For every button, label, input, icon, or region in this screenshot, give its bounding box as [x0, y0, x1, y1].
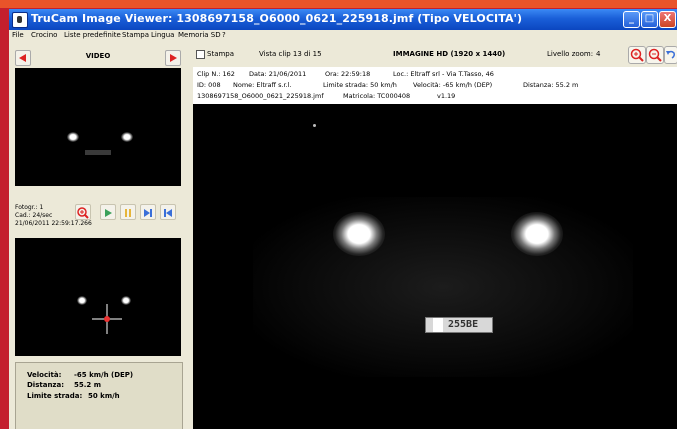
pause-button[interactable] [120, 204, 136, 220]
play-icon [105, 209, 112, 217]
rewind-button[interactable] [160, 204, 176, 220]
right-panel: Stampa Vista clip 13 di 15 IMMAGINE HD (… [193, 42, 677, 429]
speed-label: Velocità: [27, 371, 62, 379]
speed-value: -65 km/h (DEP) [74, 371, 134, 379]
zoom-in-button[interactable] [628, 46, 646, 64]
video-frame[interactable] [15, 68, 181, 186]
meta-location: Loc.: Eltraff srl - Via T.Tasso, 46 [393, 70, 494, 78]
window-title: TruCam Image Viewer: 1308697158_O6000_06… [31, 12, 523, 25]
menu-help[interactable]: ? [222, 31, 226, 39]
app-window: TruCam Image Viewer: 1308697158_O6000_06… [9, 9, 677, 429]
zoom-frame-button[interactable] [75, 204, 91, 220]
rewind-icon [164, 209, 172, 217]
step-forward-button[interactable] [140, 204, 156, 220]
meta-serial: Matricola: TC000408 [343, 92, 411, 100]
arrow-right-icon [170, 54, 177, 62]
distance-label: Distanza: [27, 381, 65, 389]
menu-liste-predefinite[interactable]: Liste predefinite [64, 31, 121, 39]
meta-clip: Clip N.: 162 [197, 70, 235, 78]
frame-timestamp: 21/06/2011 22:59:17.266 [15, 220, 92, 227]
video-label: VIDEO [85, 52, 111, 60]
image-toolbar: Stampa Vista clip 13 di 15 IMMAGINE HD (… [193, 42, 677, 67]
meta-limit: Limite strada: 50 km/h [323, 81, 397, 89]
distance-value: 55.2 m [74, 381, 102, 389]
print-checkbox[interactable] [196, 50, 205, 59]
background-left-strip [0, 8, 9, 429]
maximize-button[interactable]: □ [641, 11, 658, 28]
menu-stampa[interactable]: Stampa [122, 31, 149, 39]
meta-date: Data: 21/06/2011 [249, 70, 307, 78]
reset-zoom-button[interactable] [664, 46, 677, 64]
meta-speed: Velocità: -65 km/h (DEP) [413, 81, 493, 89]
zoom-out-button[interactable] [646, 46, 664, 64]
meta-distance: Distanza: 55.2 m [523, 81, 579, 89]
headlight-right [121, 132, 133, 142]
headlight-right [121, 296, 131, 305]
print-label: Stampa [207, 50, 235, 58]
app-icon [12, 12, 28, 28]
image-title: IMMAGINE HD (1920 x 1440) [393, 50, 506, 58]
distant-light [313, 124, 316, 127]
menu-lingua[interactable]: Lingua [151, 31, 174, 39]
left-panel: VIDEO Fotogr.: 1 Cad.: 24/sec 21/06/2011… [9, 42, 187, 429]
next-clip-button[interactable] [165, 50, 181, 66]
pause-icon [125, 209, 131, 217]
headlight-right-large [511, 212, 563, 256]
undo-icon [666, 50, 675, 59]
video-header: VIDEO [15, 50, 181, 66]
plate-text: 255BE [448, 319, 479, 330]
zoom-level-label: Livello zoom: [547, 50, 594, 58]
license-plate: 255BE [425, 317, 493, 333]
headlight-left-large [333, 212, 385, 256]
limit-value: 50 km/h [88, 392, 120, 400]
clip-view-label: Vista clip 13 di 15 [259, 50, 322, 58]
title-bar[interactable]: TruCam Image Viewer: 1308697158_O6000_06… [9, 9, 677, 30]
close-button[interactable]: X [659, 11, 676, 28]
aim-frame[interactable] [15, 238, 181, 356]
menu-file[interactable]: File [12, 31, 24, 39]
meta-time: Ora: 22:59:18 [325, 70, 371, 78]
meta-id: ID: 008 [197, 81, 221, 89]
plate-shape [85, 150, 111, 155]
meta-filename: 1308697158_O6000_0621_225918.jmf [197, 92, 324, 100]
step-forward-icon [144, 209, 152, 217]
menu-crocino[interactable]: Crocino [31, 31, 57, 39]
meta-version: v1.19 [437, 92, 456, 100]
crosshair-icon [92, 304, 122, 334]
magnifier-icon [77, 207, 89, 219]
headlight-left [67, 132, 79, 142]
zoom-level-value: 4 [596, 50, 601, 58]
menu-bar: File Crocino Liste predefinite Stampa Li… [9, 30, 677, 42]
limit-label: Limite strada: [27, 392, 83, 400]
hd-image[interactable]: Clip N.: 162 Data: 21/06/2011 Ora: 22:59… [193, 67, 677, 429]
image-metadata: Clip N.: 162 Data: 21/06/2011 Ora: 22:59… [193, 67, 677, 104]
plate-mask [433, 318, 443, 332]
minimize-button[interactable]: _ [623, 11, 640, 28]
speed-info-box: Velocità: -65 km/h (DEP) Distanza: 55.2 … [15, 362, 183, 429]
car-silhouette [253, 197, 633, 377]
zoom-in-icon [630, 48, 644, 62]
play-button[interactable] [100, 204, 116, 220]
meta-name: Nome: Eltraff s.r.l. [233, 81, 292, 89]
menu-memoria-sd[interactable]: Memoria SD [178, 31, 221, 39]
background-top-strip [0, 0, 677, 8]
zoom-out-icon [648, 48, 662, 62]
headlight-left [77, 296, 87, 305]
